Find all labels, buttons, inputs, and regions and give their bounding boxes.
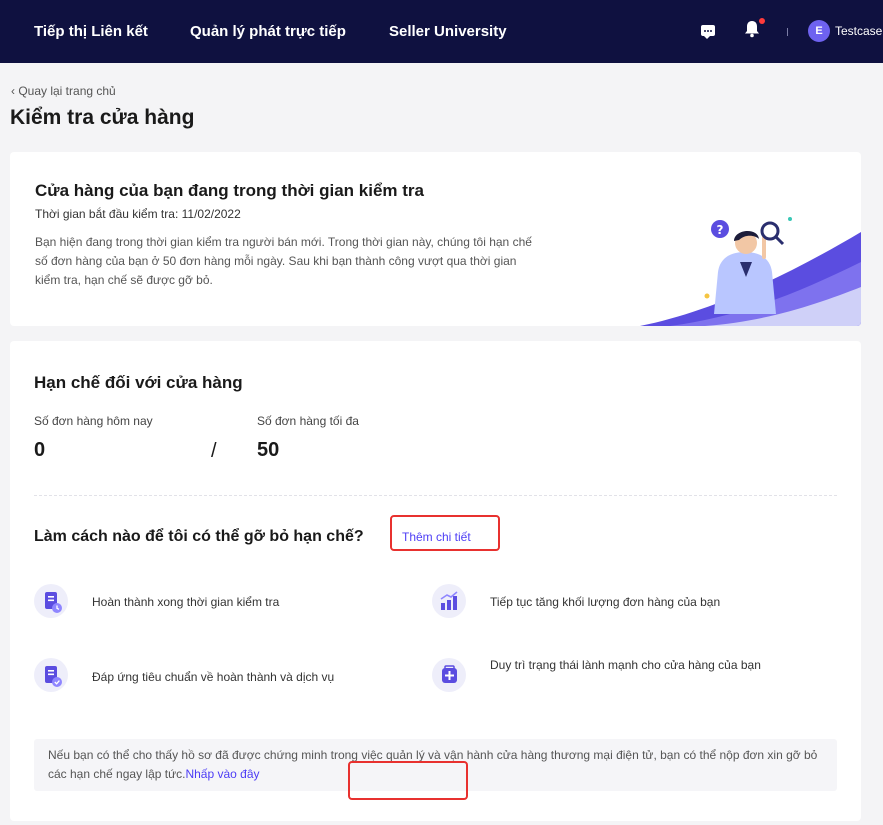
- remove-restriction-heading: Làm cách nào để tôi có thể gỡ bỏ hạn chế…: [34, 528, 364, 545]
- user-name[interactable]: Testcase: [835, 24, 882, 38]
- bell-icon[interactable]: [744, 20, 760, 38]
- highlight-box-click-here: [348, 761, 468, 800]
- top-navigation-bar: Tiếp thị Liên kết Quản lý phát trực tiếp…: [0, 0, 883, 63]
- max-orders-value: 50: [257, 439, 280, 461]
- orders-separator: /: [211, 440, 217, 462]
- inspection-title: Cửa hàng của bạn đang trong thời gian ki…: [35, 181, 424, 200]
- bar-chart-up-icon: [432, 584, 466, 618]
- avatar[interactable]: E: [808, 20, 830, 42]
- chat-icon[interactable]: [701, 25, 715, 39]
- checklist-clock-icon: [34, 584, 68, 618]
- today-orders-value: 0: [34, 439, 46, 461]
- inspection-description: Bạn hiện đang trong thời gian kiểm tra n…: [35, 235, 532, 287]
- inspector-illustration: ?: [640, 217, 861, 326]
- step-maintain-store-health: Duy trì trạng thái lành mạnh cho cửa hàn…: [490, 658, 761, 672]
- nav-link-affiliate-marketing[interactable]: Tiếp thị Liên kết: [34, 23, 148, 40]
- section-divider: [34, 495, 837, 496]
- step-complete-inspection: Hoàn thành xong thời gian kiểm tra: [92, 595, 280, 609]
- step-increase-order-volume: Tiếp tục tăng khối lượng đơn hàng của bạ…: [490, 595, 721, 609]
- restrictions-title: Hạn chế đối với cửa hàng: [34, 373, 243, 392]
- page-title: Kiểm tra cửa hàng: [10, 106, 195, 129]
- back-to-home-link[interactable]: ‹ Quay lại trang chủ: [11, 84, 116, 98]
- nav-link-livestream-management[interactable]: Quản lý phát trực tiếp: [190, 23, 346, 40]
- today-orders-label: Số đơn hàng hôm nay: [34, 414, 153, 428]
- health-kit-icon: [432, 658, 466, 692]
- highlight-box-more-details: [390, 515, 500, 551]
- store-restrictions-card: Hạn chế đối với cửa hàng Số đơn hàng hôm…: [10, 341, 861, 821]
- nav-link-seller-university[interactable]: Seller University: [389, 23, 507, 40]
- click-here-link[interactable]: Nhấp vào đây: [185, 767, 259, 781]
- inspection-status-card: Cửa hàng của bạn đang trong thời gian ki…: [10, 152, 861, 326]
- step-meet-service-standards: Đáp ứng tiêu chuẩn về hoàn thành và dịch…: [92, 670, 335, 684]
- topbar-separator: [787, 28, 788, 36]
- max-orders-label: Số đơn hàng tối đa: [257, 414, 359, 428]
- svg-text:?: ?: [717, 223, 724, 237]
- checklist-check-icon: [34, 658, 68, 692]
- notification-dot: [759, 18, 765, 24]
- inspection-start-date: Thời gian bắt đầu kiểm tra: 11/02/2022: [35, 207, 241, 221]
